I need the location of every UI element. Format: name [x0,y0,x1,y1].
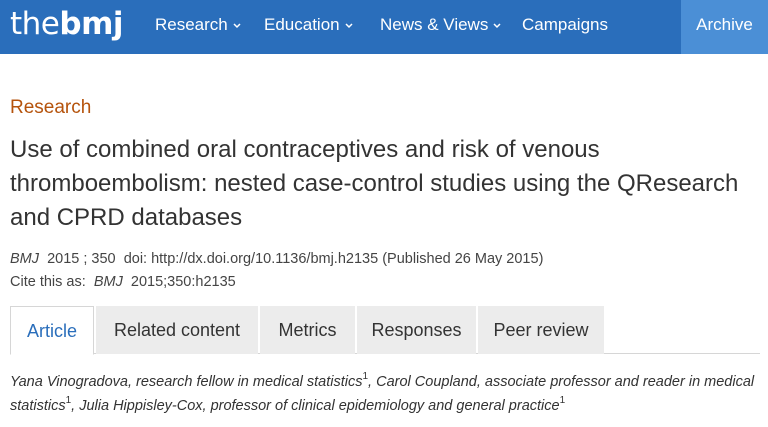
chevron-down-icon [233,0,241,49]
nav-item-research[interactable]: Research [155,0,241,54]
bmj-logo[interactable]: thebmj [10,4,123,44]
section-label[interactable]: Research [10,95,91,121]
logo-the: the [10,6,60,42]
cite-as-label: Cite this as: [10,274,86,290]
tab-peer-review[interactable]: Peer review [478,306,604,354]
citation-line: BMJ 2015 ; 350 doi: http://dx.doi.org/10… [10,248,543,270]
article-title: Use of combined oral contraceptives and … [10,136,739,231]
article-tabs: Article Related content Metrics Response… [10,306,760,355]
tab-responses[interactable]: Responses [357,306,476,354]
chevron-down-icon [345,0,353,49]
citation-volume: 350 [91,251,116,267]
author-separator: , [71,398,76,414]
doi-link[interactable]: doi: http://dx.doi.org/10.1136/bmj.h2135 [124,251,378,267]
author-entry: Yana Vinogradova, research fellow in med… [10,374,363,390]
nav-item-news-views[interactable]: News & Views [380,0,501,54]
nav-item-archive[interactable]: Archive [681,0,768,54]
nav-item-label: Education [264,15,340,34]
tab-article[interactable]: Article [10,306,94,355]
published-date: (Published 26 May 2015) [382,251,544,267]
nav-item-education[interactable]: Education [264,0,353,54]
author-separator: , [368,374,373,390]
cite-journal: BMJ [93,274,123,290]
nav-item-campaigns[interactable]: Campaigns [522,0,608,54]
author-entry: Julia Hippisley-Cox, professor of clinic… [79,398,560,414]
cite-as-line: Cite this as: BMJ 2015;350:h2135 [10,271,236,293]
author-list: Yana Vinogradova, research fellow in med… [10,370,765,418]
logo-bmj: bmj [59,6,123,42]
nav-item-label: News & Views [380,15,489,34]
tab-related-content[interactable]: Related content [96,306,258,354]
chevron-down-icon [493,0,501,49]
citation-year: 2015 [47,251,80,267]
nav-item-label: Research [155,15,228,34]
tab-metrics[interactable]: Metrics [260,306,355,354]
affiliation-marker[interactable]: 1 [66,395,72,406]
journal-name: BMJ [10,251,39,267]
nav-item-label: Campaigns [522,15,608,34]
top-navigation-bar: thebmj Research Education News & Views C… [0,0,768,54]
cite-reference: 2015;350:h2135 [130,274,236,290]
affiliation-marker[interactable]: 1 [560,395,566,406]
citation-separator: ; [83,251,88,267]
affiliation-marker[interactable]: 1 [362,371,368,382]
